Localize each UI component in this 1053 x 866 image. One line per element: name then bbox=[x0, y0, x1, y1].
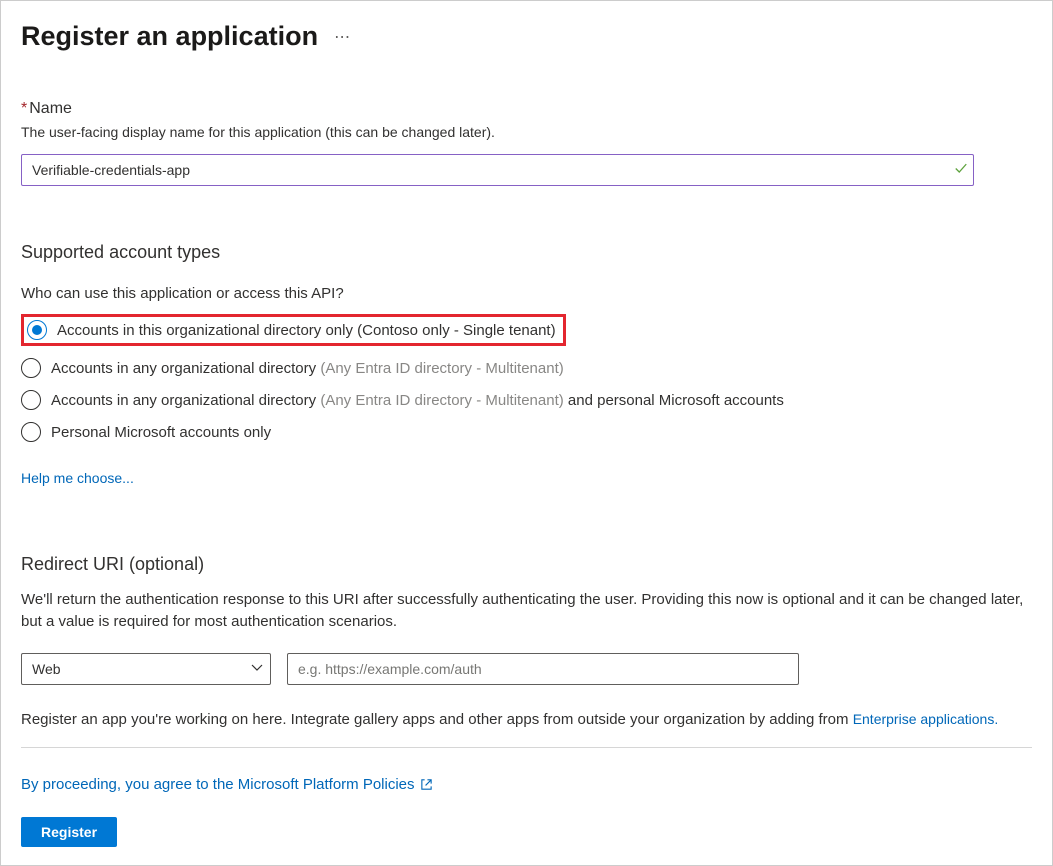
required-asterisk: * bbox=[21, 100, 27, 117]
radio-icon bbox=[21, 390, 41, 410]
radio-icon bbox=[21, 358, 41, 378]
redirect-uri-description: We'll return the authentication response… bbox=[21, 589, 1026, 633]
radio-option-multitenant-personal[interactable]: Accounts in any organizational directory… bbox=[21, 390, 1032, 410]
platform-select[interactable] bbox=[21, 653, 271, 685]
radio-label: Accounts in any organizational directory… bbox=[51, 392, 784, 409]
page-title: Register an application bbox=[21, 21, 318, 52]
name-description: The user-facing display name for this ap… bbox=[21, 124, 1032, 140]
radio-icon bbox=[21, 422, 41, 442]
name-input[interactable] bbox=[21, 154, 974, 186]
more-icon[interactable]: ⋯ bbox=[334, 27, 351, 47]
radio-label: Accounts in any organizational directory… bbox=[51, 360, 564, 377]
redirect-uri-heading: Redirect URI (optional) bbox=[21, 554, 1032, 575]
radio-option-multitenant[interactable]: Accounts in any organizational directory… bbox=[21, 358, 1032, 378]
account-types-subtext: Who can use this application or access t… bbox=[21, 285, 1032, 302]
redirect-uri-input[interactable] bbox=[287, 653, 799, 685]
radio-option-single-tenant[interactable]: Accounts in this organizational director… bbox=[27, 320, 556, 340]
name-field-section: *Name The user-facing display name for t… bbox=[21, 100, 1032, 186]
account-types-radio-group: Accounts in this organizational director… bbox=[21, 314, 1032, 442]
help-me-choose-link[interactable]: Help me choose... bbox=[21, 470, 134, 486]
radio-icon bbox=[27, 320, 47, 340]
radio-option-personal[interactable]: Personal Microsoft accounts only bbox=[21, 422, 1032, 442]
name-label: *Name bbox=[21, 100, 1032, 118]
register-button[interactable]: Register bbox=[21, 817, 117, 847]
radio-label: Accounts in this organizational director… bbox=[57, 322, 556, 339]
account-types-heading: Supported account types bbox=[21, 242, 1032, 263]
platform-policies-link[interactable]: By proceeding, you agree to the Microsof… bbox=[21, 776, 433, 793]
valid-check-icon bbox=[954, 162, 968, 179]
radio-label: Personal Microsoft accounts only bbox=[51, 424, 271, 441]
highlight-box: Accounts in this organizational director… bbox=[21, 314, 566, 346]
external-link-icon bbox=[420, 778, 433, 791]
